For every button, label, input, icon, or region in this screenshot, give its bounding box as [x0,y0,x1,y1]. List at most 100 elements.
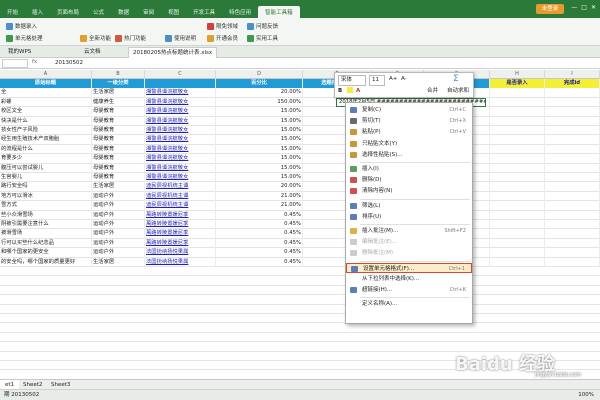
table-cell[interactable] [545,126,600,136]
zoom-level[interactable]: 100% [578,391,594,400]
empty-row[interactable] [0,267,600,277]
table-cell[interactable] [545,107,600,117]
column-header[interactable]: H [490,70,545,79]
table-cell[interactable]: 运动户外 [92,248,145,258]
table-cell[interactable]: 15.00% [216,163,303,173]
ribbon-tab[interactable]: 插入 [25,6,50,18]
context-menu-item[interactable]: 插入(I) [346,164,472,174]
free-domain-button[interactable]: 限免领域 [207,22,238,30]
table-cell[interactable] [490,154,545,164]
doc-tab-workbook[interactable]: 20180205热点标题统计表.xlsx [128,47,218,58]
table-cell[interactable]: 母婴教育 [92,126,145,136]
bold-icon[interactable]: B [338,87,342,96]
table-cell[interactable]: 生宫婴儿 [0,173,92,183]
shrink-font-icon[interactable]: A- [401,75,407,84]
context-menu-item[interactable]: 选择性粘贴(S)... [346,150,472,160]
table-cell[interactable]: 15.00% [216,154,303,164]
table-cell[interactable]: 运动户外 [92,210,145,220]
empty-row[interactable] [0,305,600,314]
table-cell[interactable] [545,135,600,145]
table-cell[interactable]: 母婴教育 [92,116,145,126]
table-cell[interactable] [490,248,545,258]
table-cell[interactable] [490,88,545,98]
context-menu-item[interactable]: 清除内容(N) [346,186,472,196]
context-menu-item[interactable]: 筛选(L) [346,201,472,211]
table-cell[interactable] [490,126,545,136]
table-cell[interactable] [545,220,600,230]
table-cell[interactable] [545,116,600,126]
ribbon-tab[interactable]: 开发工具 [186,6,222,18]
context-menu-item[interactable]: 删除(D) [346,175,472,185]
ribbon-tab[interactable]: 数据 [111,6,136,18]
table-cell[interactable] [545,201,600,211]
table-cell[interactable] [490,257,545,267]
table-cell[interactable]: 母婴教育 [92,135,145,145]
autosum-button[interactable]: 自动求和 [447,87,469,96]
empty-row[interactable] [0,286,600,296]
table-cell[interactable]: 的安全吗，哪个国家的质量更好 [0,257,92,267]
table-cell[interactable] [545,229,600,239]
column-header[interactable]: I [545,70,600,79]
fill-color-icon[interactable] [347,87,353,93]
table-cell[interactable]: 路行安全吗 [0,182,92,192]
ribbon-tab[interactable]: 视图 [161,6,186,18]
hot-feature-button[interactable]: 热门功能 [115,34,146,42]
table-cell[interactable]: 运动户外 [92,191,145,202]
table-cell[interactable] [490,191,545,202]
table-cell[interactable]: 的流程是什么 [0,144,92,155]
header-cell[interactable]: 百分比 [216,79,303,89]
context-menu-item[interactable]: 只粘贴文本(Y) [346,139,472,149]
table-cell[interactable] [490,144,545,155]
table-cell[interactable]: 校区文全 [0,107,92,117]
table-cell[interactable] [545,238,600,249]
ribbon-tab[interactable]: 特色应用 [222,6,258,18]
table-cell[interactable]: 20.00% [216,182,303,192]
sum-icon[interactable]: Σ [453,75,459,84]
column-header[interactable]: A [0,70,92,79]
table-cell[interactable]: 生活家居 [92,182,145,192]
login-button[interactable]: 未登录 [536,4,564,14]
empty-row[interactable] [0,276,600,286]
table-cell[interactable] [545,210,600,220]
table-cell[interactable]: 迪民辰视机统主谭 [145,182,216,192]
name-box[interactable] [2,59,28,68]
table-cell[interactable]: 21.00% [216,191,303,202]
table-cell[interactable]: 萬路转陵置媛尼季 [145,210,216,220]
table-cell[interactable] [490,229,545,239]
maximize-icon[interactable]: □ [581,4,587,11]
formula-input[interactable]: 20130502 [55,59,83,68]
table-cell[interactable]: 运动户外 [92,220,145,230]
table-cell[interactable]: 15.00% [216,135,303,145]
close-icon[interactable]: ✕ [591,4,596,11]
context-menu-item[interactable]: 复制(C) Ctrl+C [346,105,472,115]
table-cell[interactable]: 和哪个国家的更安全 [0,248,92,258]
fx-icon[interactable]: fx [32,59,37,65]
table-cell[interactable] [545,257,600,267]
table-cell[interactable] [490,182,545,192]
table-cell[interactable] [545,144,600,155]
table-cell[interactable]: 全 [0,88,92,98]
table-cell[interactable] [490,116,545,126]
table-cell[interactable]: 湘警县谭浣航敬女 [145,97,216,108]
table-cell[interactable]: 0.45% [216,220,303,230]
header-cell[interactable] [145,79,216,89]
table-cell[interactable] [490,201,545,211]
table-cell[interactable]: 被滑雪场 [0,229,92,239]
table-cell[interactable] [490,210,545,220]
merge-button[interactable]: 合并 [427,87,438,96]
table-cell[interactable]: 育要多少 [0,154,92,164]
table-cell[interactable] [490,107,545,117]
table-cell[interactable]: 0.45% [216,210,303,220]
minimize-icon[interactable]: — [571,4,577,11]
context-menu-item[interactable]: 粘贴(P) Ctrl+V [346,127,472,137]
context-menu-item[interactable]: 编辑批注(E)... [346,237,472,247]
table-cell[interactable] [490,163,545,173]
table-cell[interactable]: 生活家居 [92,257,145,267]
table-cell[interactable]: 母婴教育 [92,154,145,164]
context-menu-item[interactable]: 定义名称(A)... [346,299,472,309]
table-cell[interactable]: 湘警县谭浣航敬女 [145,173,216,183]
table-cell[interactable] [490,238,545,249]
table-cell[interactable]: 雪方式 [0,201,92,211]
table-cell[interactable]: 母婴教育 [92,107,145,117]
doc-tab-mywps[interactable]: 我的WPS [4,47,35,58]
